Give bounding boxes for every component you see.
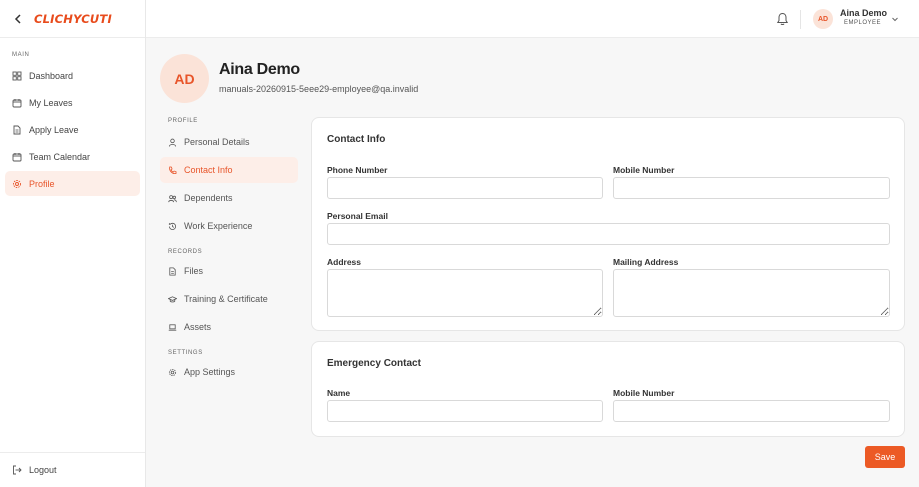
subnav-item-label: App Settings — [184, 367, 236, 377]
sidebar: CLICHYCUTI MAIN Dashboard My Leaves Appl… — [0, 0, 146, 487]
sidebar-item-profile[interactable]: Profile — [5, 171, 140, 196]
bell-icon[interactable] — [776, 12, 789, 26]
avatar[interactable]: AD — [813, 9, 833, 29]
document-icon — [13, 125, 21, 134]
emergency-mobile-label: Mobile Number — [613, 388, 675, 398]
save-button[interactable]: Save — [865, 446, 905, 468]
subnav-item-app-settings[interactable]: App Settings — [160, 359, 298, 385]
subnav-item-training-certificate[interactable]: Training & Certificate — [160, 286, 298, 312]
contact-info-title: Contact Info — [327, 134, 386, 145]
brand-bar: CLICHYCUTI — [0, 0, 145, 38]
profile-avatar: AD — [160, 54, 209, 103]
logout-label: Logout — [29, 465, 57, 475]
sidebar-nav: Dashboard My Leaves Apply Leave Team Cal… — [0, 63, 145, 196]
top-bar: AD Aina Demo EMPLOYEE — [146, 0, 919, 38]
sidebar-item-dashboard[interactable]: Dashboard — [5, 63, 140, 88]
profile-subnav: PROFILE Personal Details Contact Info De… — [160, 112, 298, 385]
personal-email-label: Personal Email — [327, 211, 388, 221]
subnav-section-settings: SETTINGS — [168, 350, 203, 356]
gear-icon — [168, 368, 177, 376]
user-role: EMPLOYEE — [844, 20, 882, 26]
subnav-item-label: Assets — [184, 322, 212, 332]
emergency-mobile-input[interactable] — [613, 400, 890, 422]
app-logo[interactable]: CLICHYCUTI — [34, 12, 112, 26]
sidebar-item-my-leaves[interactable]: My Leaves — [5, 90, 140, 115]
subnav-item-label: Dependents — [184, 193, 233, 203]
user-icon — [168, 138, 177, 147]
grid-icon — [12, 71, 22, 80]
sidebar-item-label: Dashboard — [29, 70, 74, 81]
address-label: Address — [327, 257, 362, 267]
calendar-icon — [12, 98, 22, 107]
phone-label: Phone Number — [327, 165, 388, 175]
contact-info-card: Contact Info Phone Number Mobile Number … — [311, 117, 905, 331]
emergency-name-input[interactable] — [327, 400, 603, 422]
subnav-section-profile: PROFILE — [168, 118, 198, 124]
phone-icon — [169, 165, 177, 174]
profile-name: Aina Demo — [219, 61, 300, 78]
user-name[interactable]: Aina Demo — [840, 8, 887, 18]
file-icon — [169, 266, 176, 276]
personal-email-input[interactable] — [327, 223, 890, 245]
subnav-item-contact-info[interactable]: Contact Info — [160, 157, 298, 183]
emergency-contact-title: Emergency Contact — [327, 358, 421, 369]
mailing-address-label: Mailing Address — [613, 257, 679, 267]
sidebar-item-team-calendar[interactable]: Team Calendar — [5, 144, 140, 169]
address-textarea[interactable] — [327, 269, 603, 317]
subnav-item-label: Personal Details — [184, 137, 250, 147]
subnav-item-personal-details[interactable]: Personal Details — [160, 129, 298, 155]
chevron-left-icon[interactable] — [12, 13, 24, 25]
sidebar-item-apply-leave[interactable]: Apply Leave — [5, 117, 140, 142]
history-icon — [168, 222, 177, 230]
subnav-item-label: Work Experience — [184, 221, 253, 231]
mailing-address-textarea[interactable] — [613, 269, 890, 317]
subnav-item-work-experience[interactable]: Work Experience — [160, 213, 298, 239]
phone-input[interactable] — [327, 177, 603, 199]
logout-icon — [13, 465, 22, 475]
topbar-divider — [800, 10, 801, 29]
graduation-cap-icon — [168, 295, 177, 302]
subnav-item-label: Contact Info — [184, 165, 233, 175]
sidebar-item-label: Profile — [29, 178, 55, 189]
profile-email: manuals-20260915-5eee29-employee@qa.inva… — [219, 84, 419, 94]
mobile-label: Mobile Number — [613, 165, 675, 175]
subnav-section-records: RECORDS — [168, 249, 203, 255]
sidebar-item-label: My Leaves — [29, 97, 73, 108]
calendar-icon — [12, 152, 22, 161]
subnav-item-dependents[interactable]: Dependents — [160, 185, 298, 211]
subnav-item-files[interactable]: Files — [160, 258, 298, 284]
gear-icon — [13, 179, 21, 188]
sidebar-section-label: MAIN — [12, 52, 30, 58]
emergency-name-label: Name — [327, 388, 351, 398]
subnav-item-label: Training & Certificate — [184, 294, 268, 304]
emergency-contact-card: Emergency Contact Name Mobile Number — [311, 341, 905, 437]
sidebar-item-label: Team Calendar — [29, 151, 91, 162]
sidebar-item-label: Apply Leave — [29, 124, 79, 135]
subnav-item-assets[interactable]: Assets — [160, 314, 298, 340]
laptop-icon — [168, 323, 177, 331]
logout-button[interactable]: Logout — [0, 452, 145, 487]
mobile-input[interactable] — [613, 177, 890, 199]
chevron-down-icon[interactable] — [891, 15, 899, 23]
users-icon — [168, 194, 177, 202]
subnav-item-label: Files — [184, 266, 204, 276]
